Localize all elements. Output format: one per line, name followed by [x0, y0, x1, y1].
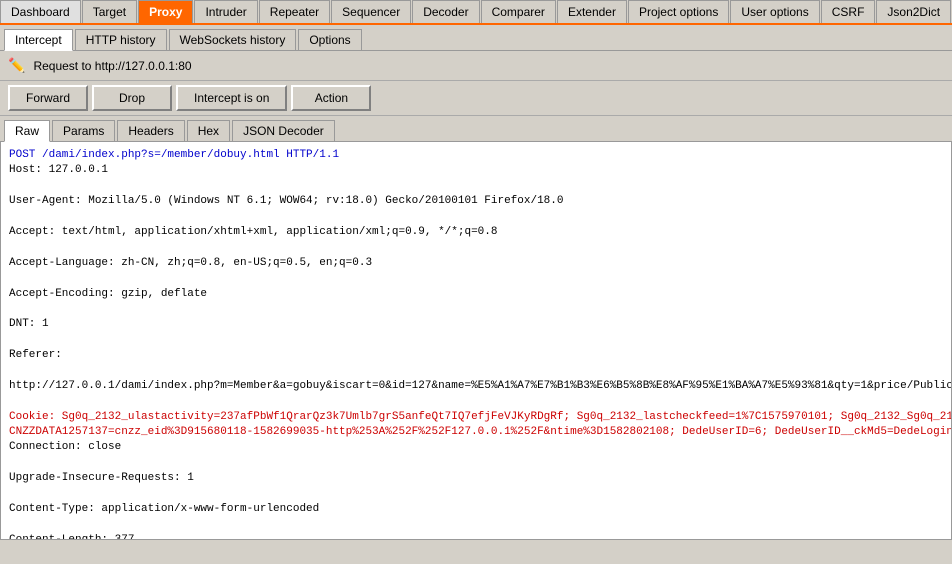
tab-headers[interactable]: Headers	[117, 120, 184, 141]
content-line12: Connection: close	[9, 440, 943, 455]
content-cookie: Cookie: Sg0q_2132_ulastactivity=237afPbW…	[9, 411, 952, 423]
content-line14: Content-Type: application/x-www-form-url…	[9, 502, 943, 517]
http-method: POST /dami/index.php?s=/member/dobuy.htm…	[9, 149, 339, 161]
toolbar: ✏️ Request to http://127.0.0.1:80	[0, 51, 952, 81]
tab-hex[interactable]: Hex	[187, 120, 230, 141]
tab-decoder[interactable]: Decoder	[412, 0, 479, 23]
action-button[interactable]: Action	[291, 85, 371, 111]
tab-repeater[interactable]: Repeater	[259, 0, 330, 23]
http-content[interactable]: POST /dami/index.php?s=/member/dobuy.htm…	[0, 141, 952, 540]
content-line3: User-Agent: Mozilla/5.0 (Windows NT 6.1;…	[9, 194, 943, 209]
tab-extender[interactable]: Extender	[557, 0, 627, 23]
tab-proxy[interactable]: Proxy	[138, 0, 193, 23]
tab-params[interactable]: Params	[52, 120, 115, 141]
intercept-button[interactable]: Intercept is on	[176, 85, 287, 111]
content-line13: Upgrade-Insecure-Requests: 1	[9, 471, 943, 486]
top-nav: Dashboard Target Proxy Intruder Repeater…	[0, 0, 952, 25]
tab-user-options[interactable]: User options	[730, 0, 819, 23]
content-cookie2: CNZZDATA1257137=cnzz_eid%3D915680118-158…	[9, 426, 952, 438]
tab-raw[interactable]: Raw	[4, 120, 50, 142]
subtab-intercept[interactable]: Intercept	[4, 29, 73, 51]
forward-button[interactable]: Forward	[8, 85, 88, 111]
tab-json-decoder[interactable]: JSON Decoder	[232, 120, 335, 141]
tab-comparer[interactable]: Comparer	[481, 0, 556, 23]
request-label: Request to http://127.0.0.1:80	[33, 59, 191, 73]
tab-dashboard[interactable]: Dashboard	[0, 0, 81, 23]
content-line2: Host: 127.0.0.1	[9, 163, 943, 178]
tab-json2dict[interactable]: Json2Dict	[876, 0, 951, 23]
edit-icon: ✏️	[8, 57, 25, 74]
content-line7: DNT: 1	[9, 317, 943, 332]
tab-project-options[interactable]: Project options	[628, 0, 729, 23]
drop-button[interactable]: Drop	[92, 85, 172, 111]
tab-intruder[interactable]: Intruder	[194, 0, 257, 23]
content-line15: Content-Length: 377	[9, 533, 943, 540]
sub-nav: Intercept HTTP history WebSockets histor…	[0, 25, 952, 51]
subtab-http-history[interactable]: HTTP history	[75, 29, 167, 50]
subtab-websockets-history[interactable]: WebSockets history	[169, 29, 297, 50]
button-bar: Forward Drop Intercept is on Action	[0, 81, 952, 116]
subtab-options[interactable]: Options	[298, 29, 361, 50]
tab-sequencer[interactable]: Sequencer	[331, 0, 411, 23]
tab-csrf[interactable]: CSRF	[821, 0, 876, 23]
content-line5: Accept-Language: zh-CN, zh;q=0.8, en-US;…	[9, 256, 943, 271]
content-tabs: Raw Params Headers Hex JSON Decoder	[0, 116, 952, 141]
tab-target[interactable]: Target	[82, 0, 137, 23]
content-line4: Accept: text/html, application/xhtml+xml…	[9, 225, 943, 240]
content-line6: Accept-Encoding: gzip, deflate	[9, 287, 943, 302]
content-line8: Referer:	[9, 348, 943, 363]
content-line9: http://127.0.0.1/dami/index.php?m=Member…	[9, 379, 943, 394]
